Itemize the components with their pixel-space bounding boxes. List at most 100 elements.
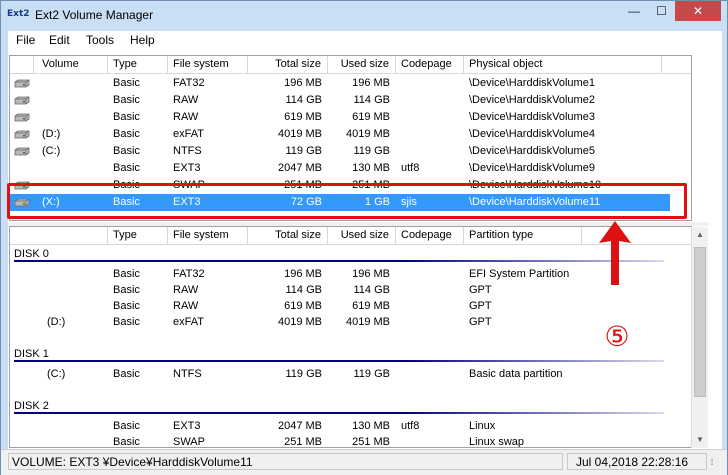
volume-cell-total: 72 GB	[290, 196, 322, 208]
col-ptype-type-header[interactable]: Type	[108, 227, 168, 245]
volume-cell-volume	[34, 160, 108, 176]
partition-cell-total: 251 MB	[284, 436, 322, 448]
volume-row[interactable]: (D:) Basic exFAT 4019 MB 4019 MB \Device\Hard…	[10, 126, 670, 143]
resize-grip-icon[interactable]: ⁞⁞	[710, 459, 722, 472]
volume-cell-type: Basic	[113, 128, 140, 140]
volume-list[interactable]: Volume Type File system Total size Used …	[9, 55, 692, 221]
col-pfs-header[interactable]: File system	[168, 227, 248, 245]
volume-cell-total: 196 MB	[284, 77, 322, 89]
volume-cell-total: 619 MB	[284, 111, 322, 123]
col-usedsize-header[interactable]: Used size	[328, 56, 396, 74]
volume-cell-codepage	[396, 177, 464, 193]
app-icon-digit: 2	[23, 9, 30, 19]
partition-cell-total: 114 GB	[285, 284, 323, 296]
partition-cell-used: 114 GB	[353, 284, 391, 296]
volume-cell-object: \Device\HarddiskVolume9	[469, 162, 595, 174]
menu-file[interactable]: File	[16, 33, 35, 47]
volume-cell-object: \Device\HarddiskVolume10	[469, 179, 602, 191]
menu-help[interactable]: Help	[130, 33, 155, 47]
volume-cell-type: Basic	[113, 179, 140, 191]
ext2-app-icon: Ext2	[7, 7, 30, 21]
partition-list[interactable]: Type File system Total size Used size Co…	[9, 226, 692, 448]
scroll-up-icon[interactable]: ▲	[692, 227, 708, 243]
vertical-scrollbar[interactable]: ▲ ▼	[691, 227, 708, 448]
volume-cell-codepage	[396, 75, 464, 91]
partition-row[interactable]: (D:) Basic exFAT 4019 MB 4019 MB GPT	[10, 314, 670, 331]
partition-cell-ptype: Basic data partition	[469, 368, 563, 380]
partition-row[interactable]: Basic RAW 114 GB 114 GB GPT	[10, 282, 670, 299]
menu-tools[interactable]: Tools	[86, 33, 114, 47]
volume-row[interactable]: Basic RAW 619 MB 619 MB \Device\HarddiskVolu…	[10, 109, 670, 126]
col-pcodepage-header[interactable]: Codepage	[396, 227, 464, 245]
volume-row[interactable]: Basic RAW 114 GB 114 GB \Device\HarddiskVolu…	[10, 92, 670, 109]
partition-cell-ptype: Linux swap	[469, 436, 525, 448]
volume-cell-volume	[34, 109, 108, 125]
col-totalsize-header[interactable]: Total size	[248, 56, 328, 74]
col-partitiontype-header[interactable]: Partition type	[464, 227, 582, 245]
volume-cell-total: 4019 MB	[277, 128, 322, 140]
volume-cell-volume	[34, 75, 108, 91]
volume-cell-volume	[34, 92, 108, 108]
col-pused-header[interactable]: Used size	[328, 227, 396, 245]
red-arrow-icon	[599, 221, 631, 285]
partition-cell-fs: EXT3	[173, 420, 201, 432]
col-filesystem-header[interactable]: File system	[168, 56, 248, 74]
partition-cell-fs: SWAP	[173, 436, 205, 448]
volume-cell-type: Basic	[113, 111, 140, 123]
partition-cell-codepage	[396, 314, 464, 330]
col-volume-header[interactable]: Volume	[34, 56, 108, 74]
volume-row[interactable]: (C:) Basic NTFS 119 GB 119 GB \Device\Harddis…	[10, 143, 670, 160]
volume-cell-fs: EXT3	[173, 162, 201, 174]
col-icon-header[interactable]	[10, 56, 34, 74]
volume-cell-volume	[34, 177, 108, 193]
partition-cell-used: 196 MB	[352, 268, 390, 280]
volume-row[interactable]: Basic EXT3 2047 MB 130 MB utf8 \Device\Harddi…	[10, 160, 670, 177]
partition-row[interactable]: Basic FAT32 196 MB 196 MB EFI System Partiti…	[10, 266, 670, 283]
partition-cell-total: 196 MB	[284, 268, 322, 280]
volume-cell-used: 119 GB	[353, 145, 391, 157]
volume-cell-fs: SWAP	[173, 179, 205, 191]
status-volume: VOLUME: EXT3 ¥Device¥HarddiskVolume11	[8, 453, 563, 470]
partition-cell-used: 251 MB	[352, 436, 390, 448]
partition-cell-type: Basic	[113, 436, 140, 448]
partition-row[interactable]: (C:) Basic NTFS 119 GB 119 GB Basic data part…	[10, 366, 670, 383]
volume-cell-used: 130 MB	[352, 162, 390, 174]
col-type-header[interactable]: Type	[108, 56, 168, 74]
status-bar: VOLUME: EXT3 ¥Device¥HarddiskVolume11 Ju…	[1, 449, 727, 475]
window-title: Ext2 Volume Manager	[35, 8, 154, 22]
volume-cell-fs: EXT3	[173, 196, 201, 208]
partition-row[interactable]: Basic RAW 619 MB 619 MB GPT	[10, 298, 670, 315]
volume-cell-codepage	[396, 143, 464, 159]
volume-cell-object: \Device\HarddiskVolume3	[469, 111, 595, 123]
disk-divider	[14, 360, 664, 362]
partition-cell-type: Basic	[113, 300, 140, 312]
partition-cell-type: Basic	[113, 268, 140, 280]
volume-list-header: Volume Type File system Total size Used …	[10, 56, 691, 74]
volume-cell-total: 114 GB	[285, 94, 323, 106]
close-button[interactable]: ✕	[675, 1, 721, 21]
volume-cell-volume: (C:)	[42, 145, 61, 157]
volume-row[interactable]: Basic SWAP 251 MB 251 MB \Device\HarddiskVol…	[10, 177, 670, 194]
partition-cell-ptype: GPT	[469, 300, 492, 312]
volume-row[interactable]: Basic FAT32 196 MB 196 MB \Device\HarddiskVo…	[10, 75, 670, 92]
col-blank-header[interactable]	[10, 227, 108, 245]
volume-row[interactable]: (X:) Basic EXT3 72 GB 1 GB sjis \Device\Harddi…	[10, 194, 670, 211]
volume-cell-type: Basic	[113, 77, 140, 89]
partition-row[interactable]: Basic SWAP 251 MB 251 MB Linux swap	[10, 434, 670, 448]
volume-cell-fs: FAT32	[173, 77, 205, 89]
partition-row[interactable]: Basic EXT3 2047 MB 130 MB utf8 Linux	[10, 418, 670, 435]
col-physical-header[interactable]: Physical object	[464, 56, 662, 74]
partition-cell-used: 130 MB	[352, 420, 390, 432]
menu-edit[interactable]: Edit	[49, 33, 70, 47]
maximize-button[interactable]: ☐	[648, 1, 675, 21]
volume-cell-volume: (D:)	[42, 128, 61, 140]
volume-cell-codepage	[396, 109, 464, 125]
scroll-down-icon[interactable]: ▼	[692, 432, 708, 448]
minimize-button[interactable]: —	[620, 1, 648, 21]
partition-cell-type: Basic	[113, 316, 140, 328]
col-codepage-header[interactable]: Codepage	[396, 56, 464, 74]
volume-cell-total: 119 GB	[285, 145, 323, 157]
col-ptotal-header[interactable]: Total size	[248, 227, 328, 245]
volume-cell-used: 4019 MB	[345, 128, 390, 140]
scroll-thumb[interactable]	[694, 247, 706, 397]
